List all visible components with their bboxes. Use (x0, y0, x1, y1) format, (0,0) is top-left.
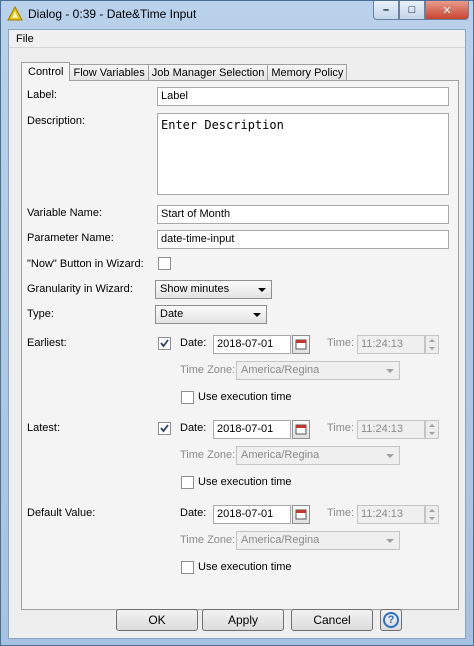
tab-strip: Control Flow Variables Job Manager Selec… (21, 62, 348, 81)
default-date-input[interactable]: 2018-07-01 (213, 505, 291, 524)
menu-bar: File (9, 30, 465, 48)
granularity-value: Show minutes (160, 283, 230, 295)
default-exec-time-checkbox[interactable] (181, 561, 194, 574)
latest-calendar-button[interactable] (292, 420, 310, 439)
default-date-caption: Date: (180, 507, 207, 519)
granularity-caption: Granularity in Wizard: (27, 283, 133, 295)
ok-button[interactable]: OK (116, 609, 198, 631)
latest-caption: Latest: (27, 422, 61, 434)
calendar-icon (295, 509, 307, 520)
earliest-date-caption: Date: (180, 337, 207, 349)
chevron-down-icon (386, 454, 394, 458)
latest-checkbox[interactable] (158, 422, 171, 435)
cancel-button[interactable]: Cancel (291, 609, 373, 631)
window-controls: – □ ✕ (373, 1, 469, 21)
earliest-exec-time-caption: Use execution time (198, 391, 292, 403)
checkmark-icon (160, 424, 169, 433)
earliest-checkbox[interactable] (158, 337, 171, 350)
earliest-time-input[interactable]: 11:24:13 (357, 335, 425, 354)
default-timezone-select[interactable]: America/Regina (236, 531, 400, 550)
parameter-name-input[interactable]: date-time-input (157, 230, 449, 249)
title-bar[interactable]: Dialog - 0:39 - Date&Time Input – □ ✕ (1, 1, 473, 29)
chevron-down-icon (258, 288, 266, 292)
latest-date-caption: Date: (180, 422, 207, 434)
default-calendar-button[interactable] (292, 505, 310, 524)
earliest-date-input[interactable]: 2018-07-01 (213, 335, 291, 354)
knime-warning-triangle-icon (7, 6, 23, 21)
menu-file[interactable]: File (16, 33, 34, 45)
help-icon: ? (383, 612, 399, 628)
description-textarea[interactable]: Enter Description (157, 113, 449, 195)
tab-flow-variables[interactable]: Flow Variables (69, 64, 149, 81)
tab-job-manager-selection[interactable]: Job Manager Selection (147, 64, 269, 81)
parameter-name-caption: Parameter Name: (27, 232, 114, 244)
chevron-down-icon (386, 539, 394, 543)
earliest-caption: Earliest: (27, 337, 67, 349)
spinner-up-icon (429, 424, 435, 427)
latest-timezone-caption: Time Zone: (180, 449, 236, 461)
type-select[interactable]: Date (155, 305, 267, 324)
earliest-calendar-button[interactable] (292, 335, 310, 354)
help-button[interactable]: ? (380, 609, 402, 631)
apply-button[interactable]: Apply (202, 609, 284, 631)
spinner-down-icon (429, 347, 435, 350)
calendar-icon (295, 339, 307, 350)
window-title: Dialog - 0:39 - Date&Time Input (28, 7, 197, 21)
close-button[interactable]: ✕ (425, 1, 469, 20)
latest-exec-time-checkbox[interactable] (181, 476, 194, 489)
default-time-caption: Time: (327, 507, 355, 519)
dialog-client-area: File Control Flow Variables Job Manager … (8, 29, 466, 639)
control-tab-panel: Label: Label Description: Enter Descript… (21, 80, 459, 610)
now-button-checkbox[interactable] (158, 257, 171, 270)
maximize-button[interactable]: □ (399, 1, 425, 20)
default-value-caption: Default Value: (27, 507, 96, 519)
type-caption: Type: (27, 308, 54, 320)
earliest-time-spinner[interactable] (425, 335, 439, 354)
latest-time-input[interactable]: 11:24:13 (357, 420, 425, 439)
default-time-spinner[interactable] (425, 505, 439, 524)
spinner-up-icon (429, 509, 435, 512)
tab-memory-policy[interactable]: Memory Policy (267, 64, 348, 81)
earliest-exec-time-checkbox[interactable] (181, 391, 194, 404)
variable-name-caption: Variable Name: (27, 207, 102, 219)
minimize-icon: – (382, 4, 390, 16)
earliest-time-caption: Time: (327, 337, 355, 349)
default-timezone-caption: Time Zone: (180, 534, 236, 546)
granularity-select[interactable]: Show minutes (155, 280, 272, 299)
description-caption: Description: (27, 115, 86, 127)
chevron-down-icon (253, 313, 261, 317)
close-icon: ✕ (442, 4, 452, 17)
latest-exec-time-caption: Use execution time (198, 476, 292, 488)
earliest-timezone-caption: Time Zone: (180, 364, 236, 376)
default-timezone-value: America/Regina (241, 534, 320, 546)
latest-time-spinner[interactable] (425, 420, 439, 439)
spinner-up-icon (429, 339, 435, 342)
minimize-button[interactable]: – (373, 1, 399, 20)
checkmark-icon (160, 339, 169, 348)
default-time-input[interactable]: 11:24:13 (357, 505, 425, 524)
earliest-timezone-select[interactable]: America/Regina (236, 361, 400, 380)
tab-control[interactable]: Control (21, 62, 71, 81)
latest-date-input[interactable]: 2018-07-01 (213, 420, 291, 439)
label-input[interactable]: Label (157, 87, 449, 106)
calendar-icon (295, 424, 307, 435)
dialog-window: Dialog - 0:39 - Date&Time Input – □ ✕ Fi… (0, 0, 474, 646)
default-exec-time-caption: Use execution time (198, 561, 292, 573)
maximize-icon: □ (408, 4, 416, 16)
type-value: Date (160, 308, 184, 320)
latest-timezone-select[interactable]: America/Regina (236, 446, 400, 465)
variable-name-input[interactable]: Start of Month (157, 205, 449, 224)
spinner-down-icon (429, 517, 435, 520)
chevron-down-icon (386, 369, 394, 373)
latest-time-caption: Time: (327, 422, 355, 434)
now-button-caption: "Now" Button in Wizard: (27, 258, 144, 270)
spinner-down-icon (429, 432, 435, 435)
label-caption: Label: (27, 89, 57, 101)
earliest-timezone-value: America/Regina (241, 364, 320, 376)
latest-timezone-value: America/Regina (241, 449, 320, 461)
